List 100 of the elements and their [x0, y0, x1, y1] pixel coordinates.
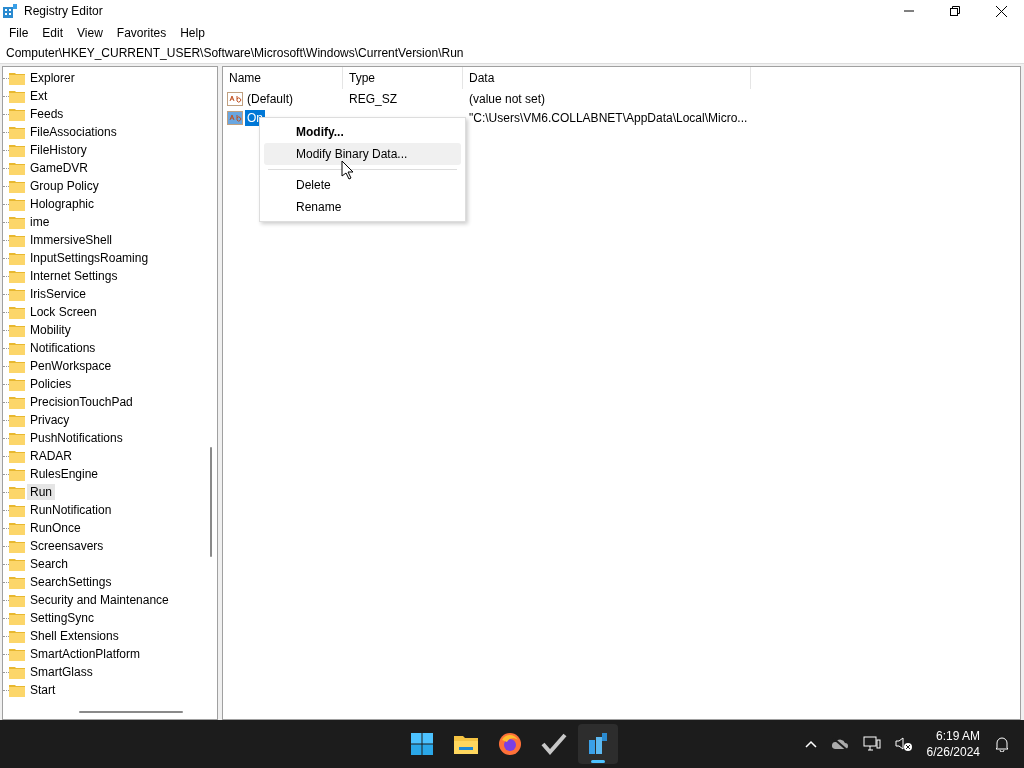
tree-item[interactable]: Explorer: [27, 70, 78, 86]
tree-item[interactable]: FileAssociations: [27, 124, 120, 140]
close-icon: [995, 5, 1007, 17]
string-value-icon: [227, 110, 243, 125]
cloud-off-icon[interactable]: [830, 737, 849, 751]
tree-item[interactable]: PrecisionTouchPad: [27, 394, 136, 410]
tree-item[interactable]: Search: [27, 556, 72, 572]
browser-icon[interactable]: [498, 732, 522, 756]
tree-item[interactable]: PushNotifications: [27, 430, 126, 446]
menu-item[interactable]: Rename: [264, 196, 461, 218]
tree-item[interactable]: Shell Extensions: [27, 628, 122, 644]
menu-item[interactable]: Help: [173, 25, 212, 40]
menu-item[interactable]: File: [2, 25, 36, 40]
folder-icon: [9, 539, 25, 553]
date-text: 6/26/2024: [926, 744, 980, 760]
tree-item[interactable]: Group Policy: [27, 178, 102, 194]
tree-item[interactable]: Privacy: [27, 412, 73, 428]
window-title: Registry Editor: [24, 4, 104, 18]
tree-item[interactable]: GameDVR: [27, 160, 91, 176]
tree-item[interactable]: ime: [27, 214, 53, 230]
bell-icon[interactable]: [994, 736, 1010, 752]
folder-icon: [9, 269, 25, 283]
tree-item[interactable]: SettingSync: [27, 610, 98, 626]
speaker-muted-icon[interactable]: [894, 736, 913, 752]
column-header[interactable]: Name: [223, 67, 343, 89]
table-cell-text: "C:\Users\VM6.COLLABNET\AppData\Local\Micro...: [468, 110, 749, 125]
folder-icon: [9, 377, 25, 391]
string-value-icon: [227, 91, 243, 106]
tree-item[interactable]: Start: [27, 682, 59, 698]
folder-icon: [9, 485, 25, 499]
tree-item[interactable]: Mobility: [27, 322, 74, 338]
tree-item[interactable]: RulesEngine: [27, 466, 102, 482]
chevron-up-icon[interactable]: [804, 740, 817, 748]
folder-icon: [9, 575, 25, 589]
folder-icon: [9, 557, 25, 571]
clock[interactable]: 6:19 AM 6/26/2024: [926, 728, 980, 760]
folder-icon[interactable]: [453, 733, 479, 755]
mouse-pointer-icon: [341, 160, 354, 180]
folder-icon: [9, 611, 25, 625]
folder-icon: [9, 233, 25, 247]
folder-icon: [9, 413, 25, 427]
tree-item[interactable]: SearchSettings: [27, 574, 115, 590]
scrollbar-thumb[interactable]: [79, 711, 183, 713]
network-monitor-icon[interactable]: [862, 736, 881, 752]
folder-icon: [9, 71, 25, 85]
menu-item[interactable]: Favorites: [109, 25, 174, 40]
value-name[interactable]: (Default): [245, 90, 295, 107]
tree-item[interactable]: Policies: [27, 376, 75, 392]
menu-item[interactable]: Edit: [35, 25, 71, 40]
folder-icon: [9, 521, 25, 535]
folder-icon: [9, 431, 25, 445]
tree-item[interactable]: ImmersiveShell: [27, 232, 116, 248]
folder-icon: [9, 125, 25, 139]
folder-icon: [9, 683, 25, 697]
column-header[interactable]: Type: [343, 67, 463, 89]
restore-icon: [950, 6, 960, 16]
folder-icon: [9, 161, 25, 175]
folder-icon: [9, 593, 25, 607]
checkmark-icon[interactable]: [541, 733, 567, 755]
scrollbar-thumb[interactable]: [210, 447, 212, 557]
tree-item[interactable]: IrisService: [27, 286, 89, 302]
folder-icon: [9, 467, 25, 481]
folder-icon: [9, 143, 25, 157]
time-text: 6:19 AM: [935, 728, 980, 744]
windows-start-icon[interactable]: [410, 732, 434, 756]
tree-item[interactable]: Ext: [27, 88, 51, 104]
folder-icon: [9, 647, 25, 661]
tree-item[interactable]: Run: [27, 484, 55, 500]
menu-item[interactable]: Modify...: [264, 121, 461, 143]
tree-item[interactable]: Lock Screen: [27, 304, 100, 320]
folder-icon: [9, 251, 25, 265]
folder-icon: [9, 323, 25, 337]
tree-item[interactable]: RunNotification: [27, 502, 115, 518]
tree-item[interactable]: RADAR: [27, 448, 75, 464]
folder-icon: [9, 341, 25, 355]
tree-item[interactable]: Security and Maintenance: [27, 592, 172, 608]
tree-item[interactable]: FileHistory: [27, 142, 90, 158]
tree-item[interactable]: PenWorkspace: [27, 358, 115, 374]
folder-icon: [9, 395, 25, 409]
table-cell-text: (value not set): [468, 91, 547, 106]
menu-item[interactable]: View: [70, 25, 110, 40]
tree-item[interactable]: InputSettingsRoaming: [27, 250, 152, 266]
tree-item[interactable]: SmartActionPlatform: [27, 646, 144, 662]
folder-icon: [9, 179, 25, 193]
registry-cubes-icon[interactable]: [587, 732, 609, 756]
tree-item[interactable]: Holographic: [27, 196, 98, 212]
folder-icon: [9, 665, 25, 679]
menu-item[interactable]: Modify Binary Data...: [264, 143, 461, 165]
tree-item[interactable]: Screensavers: [27, 538, 107, 554]
tree-item[interactable]: SmartGlass: [27, 664, 96, 680]
folder-icon: [9, 287, 25, 301]
tree-item[interactable]: Feeds: [27, 106, 67, 122]
folder-icon: [9, 359, 25, 373]
tree-item[interactable]: Notifications: [27, 340, 99, 356]
menu-item[interactable]: Delete: [264, 174, 461, 196]
folder-icon: [9, 215, 25, 229]
tree-item[interactable]: Internet Settings: [27, 268, 121, 284]
tree-item[interactable]: RunOnce: [27, 520, 84, 536]
column-header[interactable]: Data: [463, 67, 751, 89]
folder-icon: [9, 197, 25, 211]
